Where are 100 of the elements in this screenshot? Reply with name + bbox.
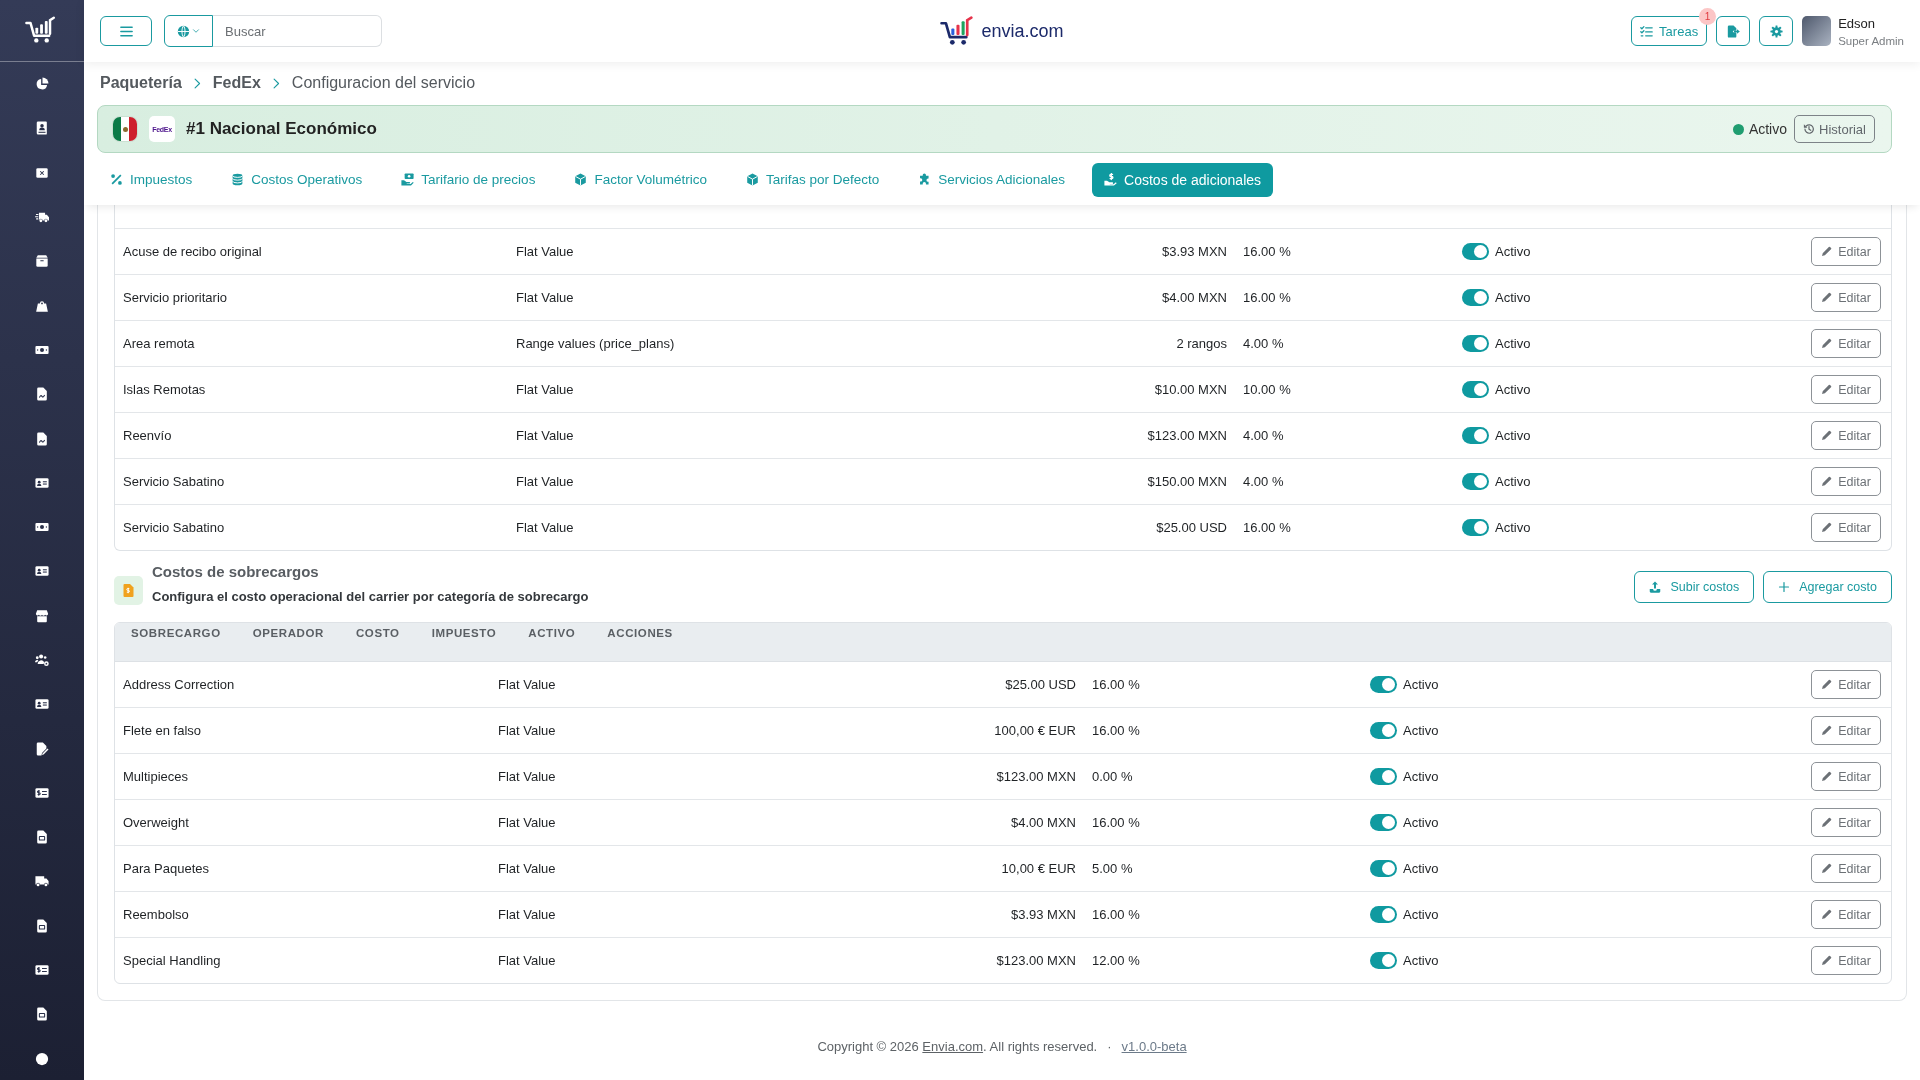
table-cell-text: Flat Value (515, 520, 575, 535)
table-cell-text: $25.00 USD (1155, 520, 1228, 535)
edit-button[interactable]: Editar (1811, 329, 1881, 358)
tab[interactable]: Factor Volumétrico (562, 162, 719, 197)
table-cell-text: Flat Value (515, 290, 575, 305)
box-icon[interactable] (35, 254, 49, 269)
table-cell-text: 12.00 % (1091, 953, 1141, 968)
weight-icon[interactable] (35, 298, 49, 313)
pie-chart-icon[interactable] (35, 77, 49, 92)
search-field[interactable]: Buscar (213, 15, 382, 47)
id-card-icon[interactable] (35, 475, 49, 490)
status-label: Activo (1403, 861, 1439, 876)
table-cell-text: Address Correction (122, 677, 236, 692)
settings-button[interactable] (1759, 16, 1794, 46)
table-cell-text: 16.00 % (1091, 723, 1141, 738)
truck-icon[interactable] (35, 874, 49, 889)
toggle-switch[interactable] (1370, 676, 1397, 693)
toggle-switch[interactable] (1462, 335, 1489, 352)
edit-button[interactable]: Editar (1811, 283, 1881, 312)
toggle-switch[interactable] (1370, 952, 1397, 969)
tab[interactable]: Impuestos (98, 162, 205, 197)
edit-button[interactable]: Editar (1811, 854, 1881, 883)
table-cell-text: Flat Value (497, 815, 557, 830)
table-cell-text: Servicio Sabatino (122, 520, 226, 535)
edit-button[interactable]: Editar (1811, 900, 1881, 929)
file-signature-icon[interactable] (35, 741, 49, 756)
table-cell-text: Servicio Sabatino (122, 474, 226, 489)
contact-book-icon[interactable] (35, 121, 49, 136)
section-subtitle: Configura el costo operacional del carrier por categoría de sobrecargo (152, 589, 589, 605)
dollar-list-icon[interactable] (35, 963, 49, 978)
version-link[interactable]: v1.0.0-beta (1121, 1039, 1187, 1055)
users-gear-icon[interactable] (35, 653, 49, 667)
pencil-icon (1821, 338, 1833, 349)
table-cell-text: 10.00 % (1242, 382, 1292, 397)
edit-button[interactable]: Editar (1811, 513, 1881, 542)
edit-button[interactable]: Editar (1811, 946, 1881, 975)
file-invoice-icon[interactable] (35, 918, 49, 933)
pencil-icon (1821, 522, 1833, 533)
toggle-switch[interactable] (1462, 427, 1489, 444)
table-cell-text: 16.00 % (1091, 907, 1141, 922)
tab[interactable]: Costos de adicionales (1092, 162, 1274, 197)
toggle-switch[interactable] (1370, 814, 1397, 831)
toggle-switch[interactable] (1370, 768, 1397, 785)
file-invoice-icon[interactable] (35, 830, 49, 845)
file-chart-icon[interactable] (35, 431, 49, 446)
x-square-icon[interactable] (35, 165, 49, 180)
menu-button[interactable] (100, 16, 152, 46)
toggle-switch[interactable] (1462, 243, 1489, 260)
checklist-icon (1640, 24, 1654, 38)
edit-button[interactable]: Editar (1811, 375, 1881, 404)
toggle-switch[interactable] (1462, 473, 1489, 490)
gear-icon (1769, 24, 1783, 38)
edit-button[interactable]: Editar (1811, 421, 1881, 450)
status-label: Activo (1495, 290, 1531, 305)
table-cell-text: 0.00 % (1091, 769, 1134, 784)
toggle-switch[interactable] (1370, 860, 1397, 877)
logout-button[interactable] (1716, 16, 1751, 46)
table-cell-text: 16.00 % (1091, 815, 1141, 830)
history-button[interactable]: Historial (1794, 115, 1875, 143)
table-cell-text: 16.00 % (1242, 244, 1292, 259)
fast-truck-icon[interactable] (35, 210, 49, 225)
tab[interactable]: Costos Operativos (219, 162, 375, 197)
edit-button[interactable]: Editar (1811, 762, 1881, 791)
pencil-icon (1821, 725, 1833, 736)
edit-button[interactable]: Editar (1811, 467, 1881, 496)
edit-button[interactable]: Editar (1811, 237, 1881, 266)
user-role: Super Admin (1838, 34, 1904, 47)
dollar-list-icon[interactable] (35, 785, 49, 800)
edit-button[interactable]: Editar (1811, 808, 1881, 837)
table-cell-text: 10,00 € EUR (1000, 861, 1077, 876)
toggle-switch[interactable] (1462, 289, 1489, 306)
document-icon (114, 576, 143, 605)
toggle-switch[interactable] (1462, 381, 1489, 398)
language-button[interactable] (164, 15, 213, 47)
breadcrumb-link[interactable]: FedEx (212, 74, 261, 92)
pencil-icon (1821, 246, 1833, 257)
edit-button[interactable]: Editar (1811, 716, 1881, 745)
store-icon[interactable] (35, 608, 49, 623)
status-label: Activo (1495, 520, 1531, 535)
breadcrumb-current: Configuracion del servicio (291, 74, 476, 92)
breadcrumb-link[interactable]: Paquetería (100, 74, 182, 92)
toggle-switch[interactable] (1462, 519, 1489, 536)
upload-button[interactable]: Subir costos (1634, 571, 1755, 603)
tab[interactable]: Tarifario de precios (389, 162, 548, 197)
toggle-switch[interactable] (1370, 722, 1397, 739)
file-invoice-icon[interactable] (35, 1007, 49, 1022)
table-cell-text: $10.00 MXN (1153, 382, 1228, 397)
avatar-placeholder[interactable] (1802, 16, 1832, 46)
table-cell-text: Flat Value (515, 244, 575, 259)
tab[interactable]: Tarifas por Defecto (733, 162, 892, 197)
status-label: Activo (1403, 815, 1439, 830)
edit-button[interactable]: Editar (1811, 670, 1881, 699)
circle-icon[interactable] (35, 1051, 49, 1066)
id-card-icon[interactable] (35, 564, 49, 579)
id-card-icon[interactable] (35, 697, 49, 712)
toggle-switch[interactable] (1370, 906, 1397, 923)
tab[interactable]: Servicios Adicionales (906, 162, 1078, 197)
puzzle-icon (918, 173, 932, 186)
file-chart-icon[interactable] (35, 387, 49, 402)
add-button[interactable]: Agregar costo (1763, 571, 1892, 603)
